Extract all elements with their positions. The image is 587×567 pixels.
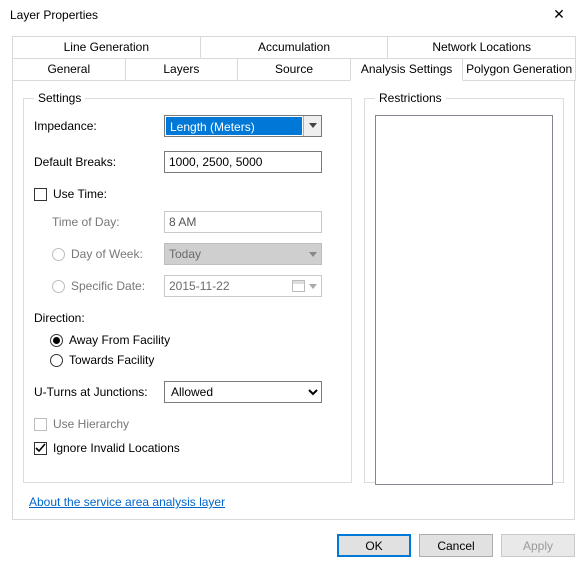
settings-legend: Settings bbox=[34, 91, 85, 105]
impedance-label: Impedance: bbox=[34, 119, 164, 133]
impedance-value: Length (Meters) bbox=[166, 117, 302, 135]
default-breaks-input[interactable] bbox=[164, 151, 322, 173]
tab-source[interactable]: Source bbox=[237, 58, 351, 81]
direction-away-label: Away From Facility bbox=[69, 333, 170, 347]
day-of-week-label: Day of Week: bbox=[71, 247, 143, 261]
chevron-down-icon bbox=[309, 279, 317, 293]
chevron-down-icon bbox=[309, 247, 317, 261]
tab-layers[interactable]: Layers bbox=[125, 58, 239, 81]
day-of-week-select: Today bbox=[164, 243, 322, 265]
chevron-down-icon bbox=[303, 116, 321, 136]
specific-date-radio bbox=[52, 280, 65, 293]
settings-group: Settings Impedance: Length (Meters) bbox=[23, 91, 352, 483]
cancel-button[interactable]: Cancel bbox=[419, 534, 493, 557]
tab-control: Line Generation Accumulation Network Loc… bbox=[12, 36, 575, 520]
tab-network-locations[interactable]: Network Locations bbox=[387, 36, 576, 58]
tab-accumulation[interactable]: Accumulation bbox=[200, 36, 389, 58]
tab-analysis-settings[interactable]: Analysis Settings bbox=[350, 58, 464, 81]
apply-button: Apply bbox=[501, 534, 575, 557]
specific-date-input: 2015-11-22 bbox=[164, 275, 322, 297]
about-link[interactable]: About the service area analysis layer bbox=[29, 495, 225, 509]
calendar-icon bbox=[292, 280, 305, 292]
dialog-footer: OK Cancel Apply bbox=[0, 520, 587, 567]
specific-date-value: 2015-11-22 bbox=[169, 279, 230, 293]
tab-line-generation[interactable]: Line Generation bbox=[12, 36, 201, 58]
use-time-label: Use Time: bbox=[53, 187, 107, 201]
tab-polygon-generation[interactable]: Polygon Generation bbox=[462, 58, 576, 81]
use-hierarchy-checkbox: Use Hierarchy bbox=[34, 417, 129, 431]
specific-date-label: Specific Date: bbox=[71, 279, 145, 293]
close-icon[interactable]: ✕ bbox=[539, 6, 579, 23]
impedance-select[interactable]: Length (Meters) bbox=[164, 115, 322, 137]
day-of-week-radio bbox=[52, 248, 65, 261]
direction-away-radio[interactable]: Away From Facility bbox=[50, 333, 341, 347]
uturns-label: U-Turns at Junctions: bbox=[34, 385, 164, 399]
uturns-select[interactable]: Allowed bbox=[164, 381, 322, 403]
ignore-invalid-checkbox[interactable]: Ignore Invalid Locations bbox=[34, 441, 180, 455]
direction-label: Direction: bbox=[34, 311, 341, 325]
window-title: Layer Properties bbox=[10, 8, 98, 22]
tab-general[interactable]: General bbox=[12, 58, 126, 81]
restrictions-list[interactable] bbox=[375, 115, 553, 485]
direction-towards-radio[interactable]: Towards Facility bbox=[50, 353, 341, 367]
default-breaks-label: Default Breaks: bbox=[34, 155, 164, 169]
direction-towards-label: Towards Facility bbox=[69, 353, 154, 367]
use-time-checkbox[interactable]: Use Time: bbox=[34, 187, 107, 201]
tab-panel: Settings Impedance: Length (Meters) bbox=[12, 80, 575, 520]
day-of-week-value: Today bbox=[169, 247, 201, 261]
use-hierarchy-label: Use Hierarchy bbox=[53, 417, 129, 431]
restrictions-legend: Restrictions bbox=[375, 91, 446, 105]
restrictions-group: Restrictions bbox=[364, 91, 564, 483]
ignore-invalid-label: Ignore Invalid Locations bbox=[53, 441, 180, 455]
titlebar: Layer Properties ✕ bbox=[0, 0, 587, 30]
time-of-day-label: Time of Day: bbox=[34, 215, 164, 229]
ok-button[interactable]: OK bbox=[337, 534, 411, 557]
time-of-day-input bbox=[164, 211, 322, 233]
